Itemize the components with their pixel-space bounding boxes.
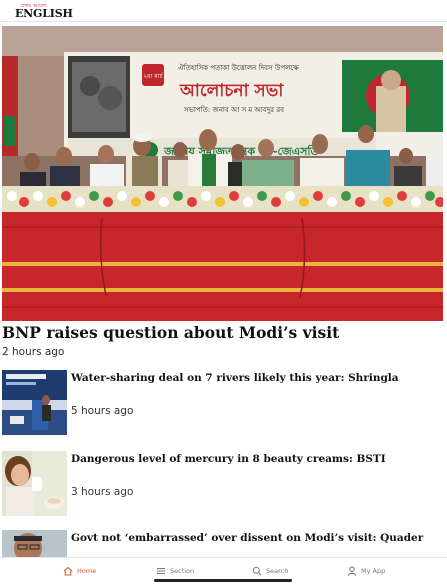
banner-line-3: সভাপতি: জনাব আ স ম আবদুর রব — [183, 106, 284, 114]
menu-icon — [157, 568, 165, 574]
date-badge-text: ২রা মার্চ — [143, 73, 163, 80]
tab-home-label: Home — [77, 567, 97, 575]
tab-section[interactable]: Section — [156, 564, 194, 578]
lead-story-image[interactable]: ২রা মার্চ ঐতিহাসিক পতাকা উত্তোলন দিবস উপ… — [2, 26, 443, 321]
lead-photo-illustration: ২রা মার্চ ঐতিহাসিক পতাকা উত্তোলন দিবস উপ… — [2, 26, 443, 321]
home-icon — [63, 566, 73, 576]
tab-section-label: Section — [170, 567, 195, 575]
side-banner-strip — [4, 116, 16, 146]
flower-garland — [2, 186, 443, 214]
tab-home[interactable]: Home — [63, 564, 96, 578]
banner-line-2: আলোচনা সভা — [179, 81, 284, 101]
prothom-alo-english-logo[interactable]: প্রথম আলো ENGLISH — [15, 3, 73, 20]
banner-portrait — [376, 86, 406, 132]
home-indicator[interactable] — [154, 579, 292, 582]
tab-search-label: Search — [266, 567, 289, 575]
story-time: 3 hours ago — [71, 486, 134, 498]
event-banner: ২রা মার্চ ঐতিহাসিক পতাকা উত্তোলন দিবস উপ… — [64, 52, 443, 164]
tab-my-app[interactable]: My App — [347, 564, 385, 578]
story-headline[interactable]: Govt not ‘embarrassed’ over dissent on M… — [71, 531, 423, 545]
story-headline[interactable]: Water-sharing deal on 7 rivers likely th… — [71, 371, 399, 385]
logo-english-text: ENGLISH — [15, 7, 73, 20]
beauty-cream-photo[interactable] — [2, 451, 67, 516]
user-icon — [347, 566, 357, 576]
lead-story-headline[interactable]: BNP raises question about Modi’s visit — [2, 323, 442, 343]
lead-story-time: 2 hours ago — [2, 346, 65, 358]
banner-line-1: ঐতিহাসিক পতাকা উত্তোলন দিবস উপলক্ষে — [178, 63, 299, 72]
search-icon — [252, 566, 262, 576]
portrait-photo[interactable] — [2, 530, 67, 557]
story-time: 5 hours ago — [71, 405, 134, 417]
top-bar: প্রথম আলো ENGLISH — [0, 0, 447, 22]
press-briefing-photo[interactable] — [2, 370, 67, 435]
tab-my-app-label: My App — [361, 567, 386, 575]
tab-search[interactable]: Search — [252, 564, 288, 578]
table-cloth — [2, 212, 443, 321]
story-headline[interactable]: Dangerous level of mercury in 8 beauty c… — [71, 452, 386, 466]
photo-wall-top — [2, 26, 443, 56]
